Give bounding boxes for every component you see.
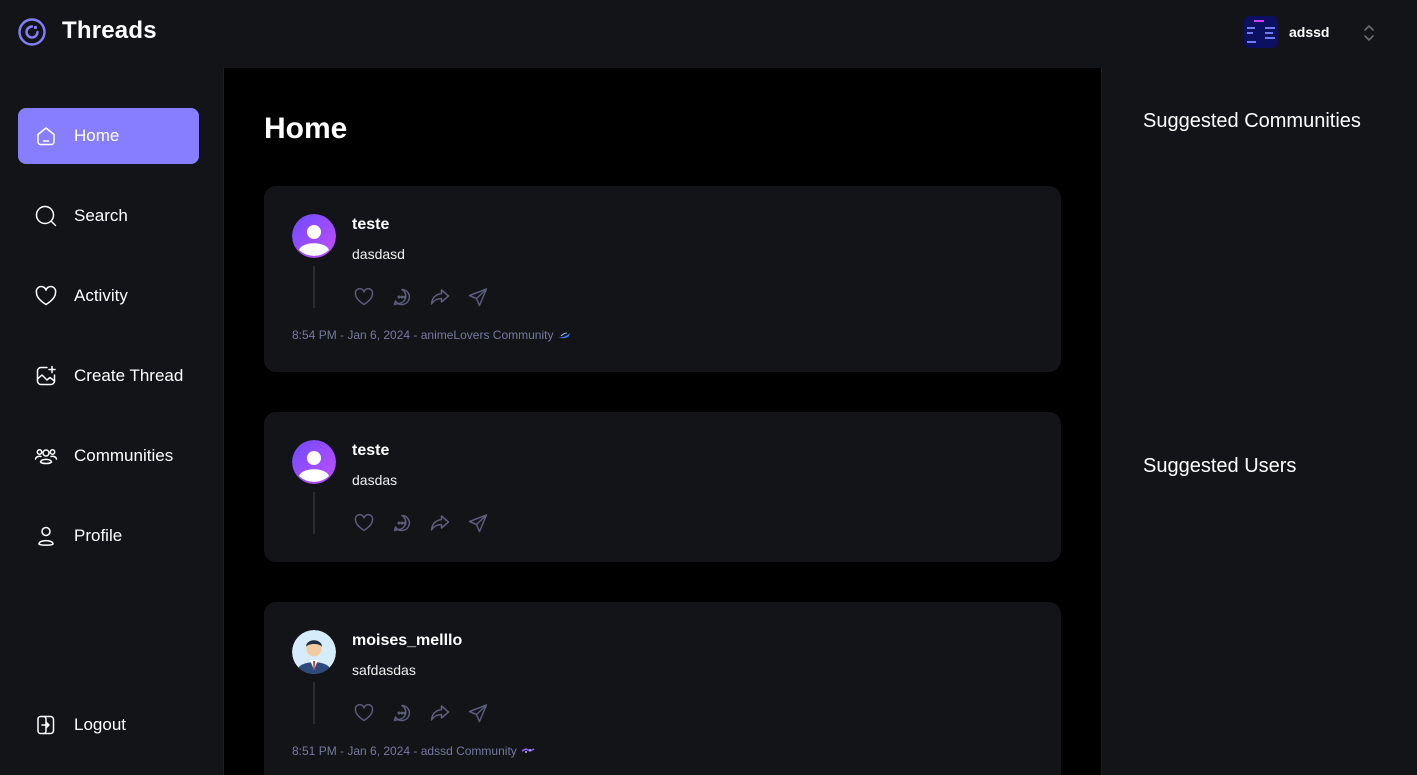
thread-actions bbox=[352, 701, 490, 725]
thread-meta-text: 8:51 PM - Jan 6, 2024 - adssd Community bbox=[292, 744, 517, 758]
suggested-communities-heading: Suggested Communities bbox=[1143, 110, 1361, 132]
send-icon bbox=[468, 514, 488, 533]
user-avatar[interactable] bbox=[292, 440, 336, 484]
thread-author[interactable]: teste bbox=[352, 216, 389, 234]
logout-button[interactable]: Logout bbox=[18, 697, 199, 753]
share-button[interactable] bbox=[466, 701, 490, 725]
repost-button[interactable] bbox=[428, 285, 452, 309]
nav-item-search[interactable]: Search bbox=[18, 188, 199, 244]
businessman-avatar[interactable] bbox=[292, 630, 336, 674]
organization-name: adssd bbox=[1289, 24, 1330, 40]
suggested-users-heading: Suggested Users bbox=[1143, 455, 1297, 477]
nav-label: Activity bbox=[74, 286, 128, 305]
repost-icon bbox=[430, 705, 450, 721]
chevron-up-down-icon bbox=[1364, 25, 1374, 41]
repost-icon bbox=[430, 289, 450, 305]
thread-meta: 8:51 PM - Jan 6, 2024 - adssd Community bbox=[292, 744, 535, 758]
thread-meta: 8:54 PM - Jan 6, 2024 - animeLovers Comm… bbox=[292, 328, 571, 342]
users-icon bbox=[34, 449, 58, 465]
nav-item-activity[interactable]: Activity bbox=[18, 268, 199, 324]
send-icon bbox=[468, 704, 488, 723]
user-icon bbox=[38, 526, 54, 546]
heart-icon bbox=[354, 513, 374, 532]
nav-item-profile[interactable]: Profile bbox=[18, 508, 199, 564]
comment-icon bbox=[393, 288, 411, 306]
share-button[interactable] bbox=[466, 511, 490, 535]
reply-button[interactable] bbox=[390, 285, 414, 309]
create-image-icon bbox=[36, 365, 56, 386]
thread-line bbox=[313, 266, 315, 308]
like-button[interactable] bbox=[352, 285, 376, 309]
community-image-icon[interactable] bbox=[557, 330, 571, 340]
brand-name[interactable]: Threads bbox=[62, 17, 157, 45]
organization-avatar bbox=[1244, 16, 1278, 48]
thread-text: dasdas bbox=[352, 472, 398, 488]
topbar: Threads adssd bbox=[0, 0, 1417, 68]
thread-meta-text: 8:54 PM - Jan 6, 2024 - animeLovers Comm… bbox=[292, 328, 554, 342]
nav-item-home[interactable]: Home bbox=[18, 108, 199, 164]
thread-text: dasdasd bbox=[352, 246, 405, 262]
comment-icon bbox=[393, 514, 411, 532]
thread-line bbox=[313, 682, 315, 724]
reply-button[interactable] bbox=[390, 701, 414, 725]
nav-label: Search bbox=[74, 206, 128, 225]
page-title: Home bbox=[264, 112, 348, 145]
nav-item-communities[interactable]: Communities bbox=[18, 428, 199, 484]
thread-card: teste dasdasd 8:54 PM - Jan 6, 2024 - an… bbox=[264, 186, 1061, 372]
repost-icon bbox=[430, 515, 450, 531]
thread-actions bbox=[352, 511, 490, 535]
threads-logo-icon[interactable] bbox=[18, 18, 46, 46]
repost-button[interactable] bbox=[428, 511, 452, 535]
like-button[interactable] bbox=[352, 701, 376, 725]
community-image-icon[interactable] bbox=[521, 746, 535, 756]
home-icon bbox=[37, 127, 55, 146]
comment-icon bbox=[393, 704, 411, 722]
share-button[interactable] bbox=[466, 285, 490, 309]
nav-item-create-thread[interactable]: Create Thread bbox=[18, 348, 199, 404]
repost-button[interactable] bbox=[428, 701, 452, 725]
left-sidebar: Home Search Activity Create Thread Commu… bbox=[0, 68, 224, 775]
send-icon bbox=[468, 288, 488, 307]
nav-label: Profile bbox=[74, 526, 123, 545]
nav-label: Create Thread bbox=[74, 366, 184, 385]
right-sidebar: Suggested Communities Suggested Users bbox=[1101, 68, 1417, 775]
logout-icon bbox=[37, 715, 55, 735]
thread-card: moises_melllo safdasdas 8:51 PM - Jan 6,… bbox=[264, 602, 1061, 775]
thread-actions bbox=[352, 285, 490, 309]
reply-button[interactable] bbox=[390, 511, 414, 535]
nav-label: Home bbox=[74, 126, 120, 145]
thread-author[interactable]: teste bbox=[352, 442, 389, 460]
nav-label: Communities bbox=[74, 446, 174, 465]
thread-card: teste dasdas bbox=[264, 412, 1061, 562]
thread-text: safdasdas bbox=[352, 662, 416, 678]
thread-line bbox=[313, 492, 315, 534]
like-button[interactable] bbox=[352, 511, 376, 535]
thread-author[interactable]: moises_melllo bbox=[352, 632, 462, 650]
logout-label: Logout bbox=[74, 715, 126, 734]
user-avatar[interactable] bbox=[292, 214, 336, 258]
search-icon bbox=[35, 205, 57, 227]
organization-switcher[interactable]: adssd bbox=[1244, 16, 1374, 48]
heart-icon bbox=[354, 703, 374, 722]
heart-icon bbox=[354, 287, 374, 306]
main-feed: Home teste dasdasd 8:54 PM - Jan 6, 2024… bbox=[224, 68, 1101, 775]
heart-icon bbox=[35, 285, 57, 306]
